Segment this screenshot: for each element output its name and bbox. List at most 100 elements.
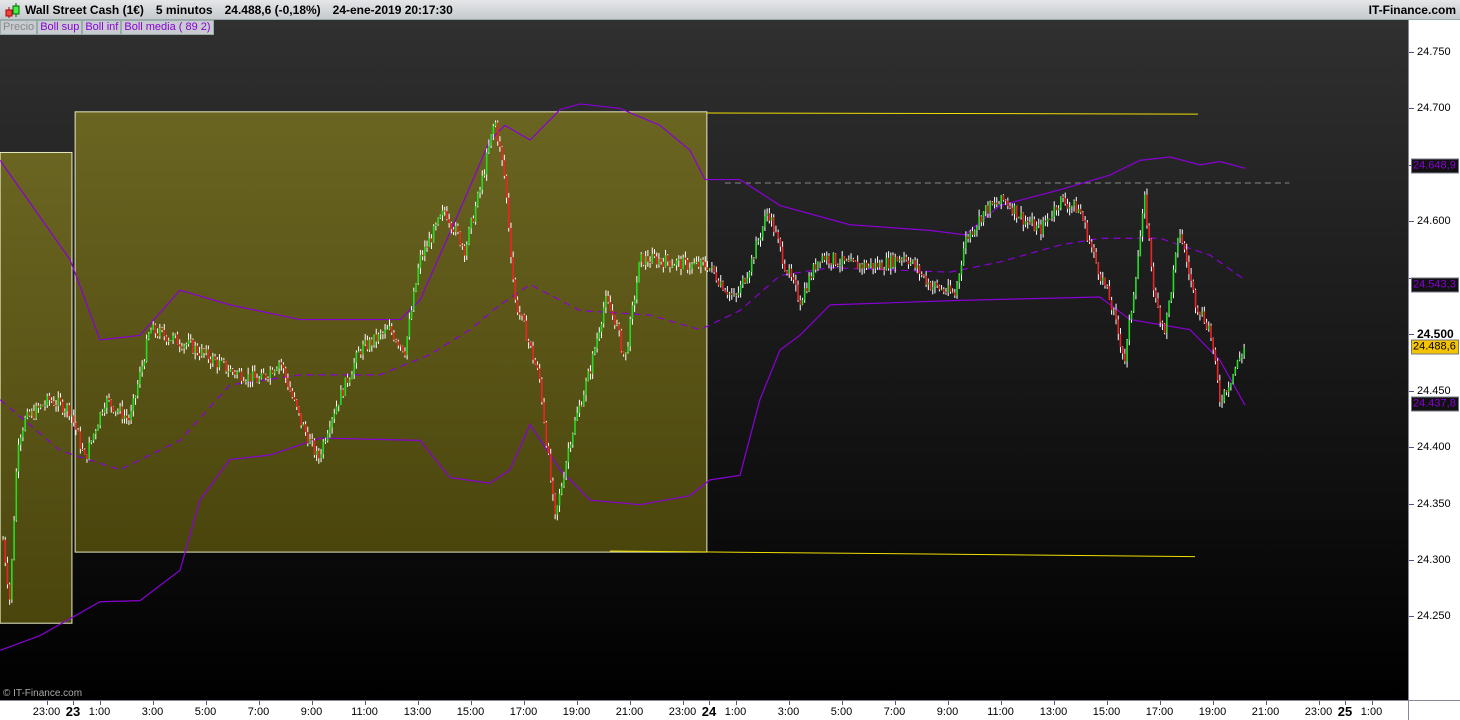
time-tick [258,701,260,705]
candle-body [700,259,702,267]
candle-body [46,395,49,405]
time-label: 9:00 [300,706,323,718]
candle-body [673,265,676,267]
candle-body [633,299,636,306]
candle-body [271,369,274,374]
candle-body [371,339,373,346]
time-tick [629,701,631,705]
candle-body [677,259,680,261]
legend-precio[interactable]: Precio [0,20,38,35]
price-label: 24.300 [1417,554,1451,566]
price-tick [1409,221,1414,223]
legend-boll-sup[interactable]: Boll sup [37,20,83,35]
candle-body [145,338,148,362]
candle-body [1031,219,1033,224]
price-label: 24.700 [1417,102,1451,115]
price-chart[interactable] [0,20,1408,700]
candle-body [477,192,479,207]
candle-body [375,334,378,342]
candle-body [483,174,486,176]
candle-body [70,415,73,417]
candle-body [435,224,437,226]
candle-body [788,268,791,274]
candle-body [607,296,609,303]
candle-body [333,413,336,419]
candle-body [114,411,117,413]
legend-boll-inf[interactable]: Boll inf [82,20,122,35]
candle-body [638,262,640,283]
candle-body [574,420,576,434]
candle-body [1035,225,1038,231]
candle-body [942,288,945,292]
candle-body [781,246,784,264]
candle-body [492,126,495,135]
candle-body [426,246,428,248]
time-label: 19:00 [562,706,591,718]
candle-body [227,371,230,373]
candle-body [591,353,594,374]
candle-body [315,450,318,456]
candle-body [256,377,258,383]
time-axis[interactable]: 23:00 23 1:00 3:00 5:00 7:00 9:00 11:00 13:00 15:… [0,700,1408,720]
time-tick [1371,701,1373,705]
candle-body [806,288,808,292]
candle-body [302,424,305,426]
candle-body [382,333,384,335]
candle-body [903,256,905,260]
candle-body [454,225,457,233]
candle-body [901,259,903,261]
candle-body [889,255,892,269]
candle-body [569,444,572,449]
candle-body [1170,292,1173,302]
candle-body [501,146,503,161]
candle-body [735,294,738,296]
candle-body [1214,349,1217,361]
candle-body [119,406,121,411]
candle-body [538,368,541,380]
candle-body [152,324,155,330]
candle-body [887,257,890,269]
timeframe: 5 minutos [155,2,213,17]
time-label: 25 [1337,704,1353,719]
candle-body [647,256,649,262]
candle-body [209,359,212,364]
candle-body [1033,219,1036,231]
candle-body [786,270,788,274]
candle-body [898,259,901,261]
candle-body [753,258,755,260]
last-price-badge: 24.488,6 [1411,339,1459,355]
candle-body [960,264,963,275]
candle-body [258,378,261,383]
candle-body [576,412,579,421]
candle-body [920,274,923,276]
candle-body [474,206,477,222]
candle-body [885,257,888,271]
candle-body [644,256,647,266]
price-axis[interactable]: 24.750 24.700 24.600 24.500 24.450 24.400 24.3… [1408,20,1460,700]
candle-body [443,210,446,212]
candle-body [819,261,821,263]
candle-body [6,562,9,585]
candle-body [384,329,386,334]
candle-body [655,256,658,265]
candle-body [770,217,773,221]
candle-body [174,334,177,336]
legend-boll-media[interactable]: Boll media ( 89 2) [121,20,214,35]
candle-body [1243,347,1245,356]
candle-body [183,345,185,349]
candle-body [1037,224,1040,226]
candle-body [1219,380,1221,402]
candle-body [1066,203,1069,209]
time-label: 7:00 [247,706,270,718]
candle-body [1090,241,1093,248]
candle-body [1099,274,1102,282]
candle-body [1137,256,1139,279]
candle-body [744,278,746,283]
candle-body [439,215,442,219]
candle-body [448,219,450,224]
candle-body [41,405,44,407]
candle-body [1232,374,1234,384]
candle-body [1168,301,1170,315]
candle-body [136,384,139,396]
time-label: 15:00 [456,706,485,718]
